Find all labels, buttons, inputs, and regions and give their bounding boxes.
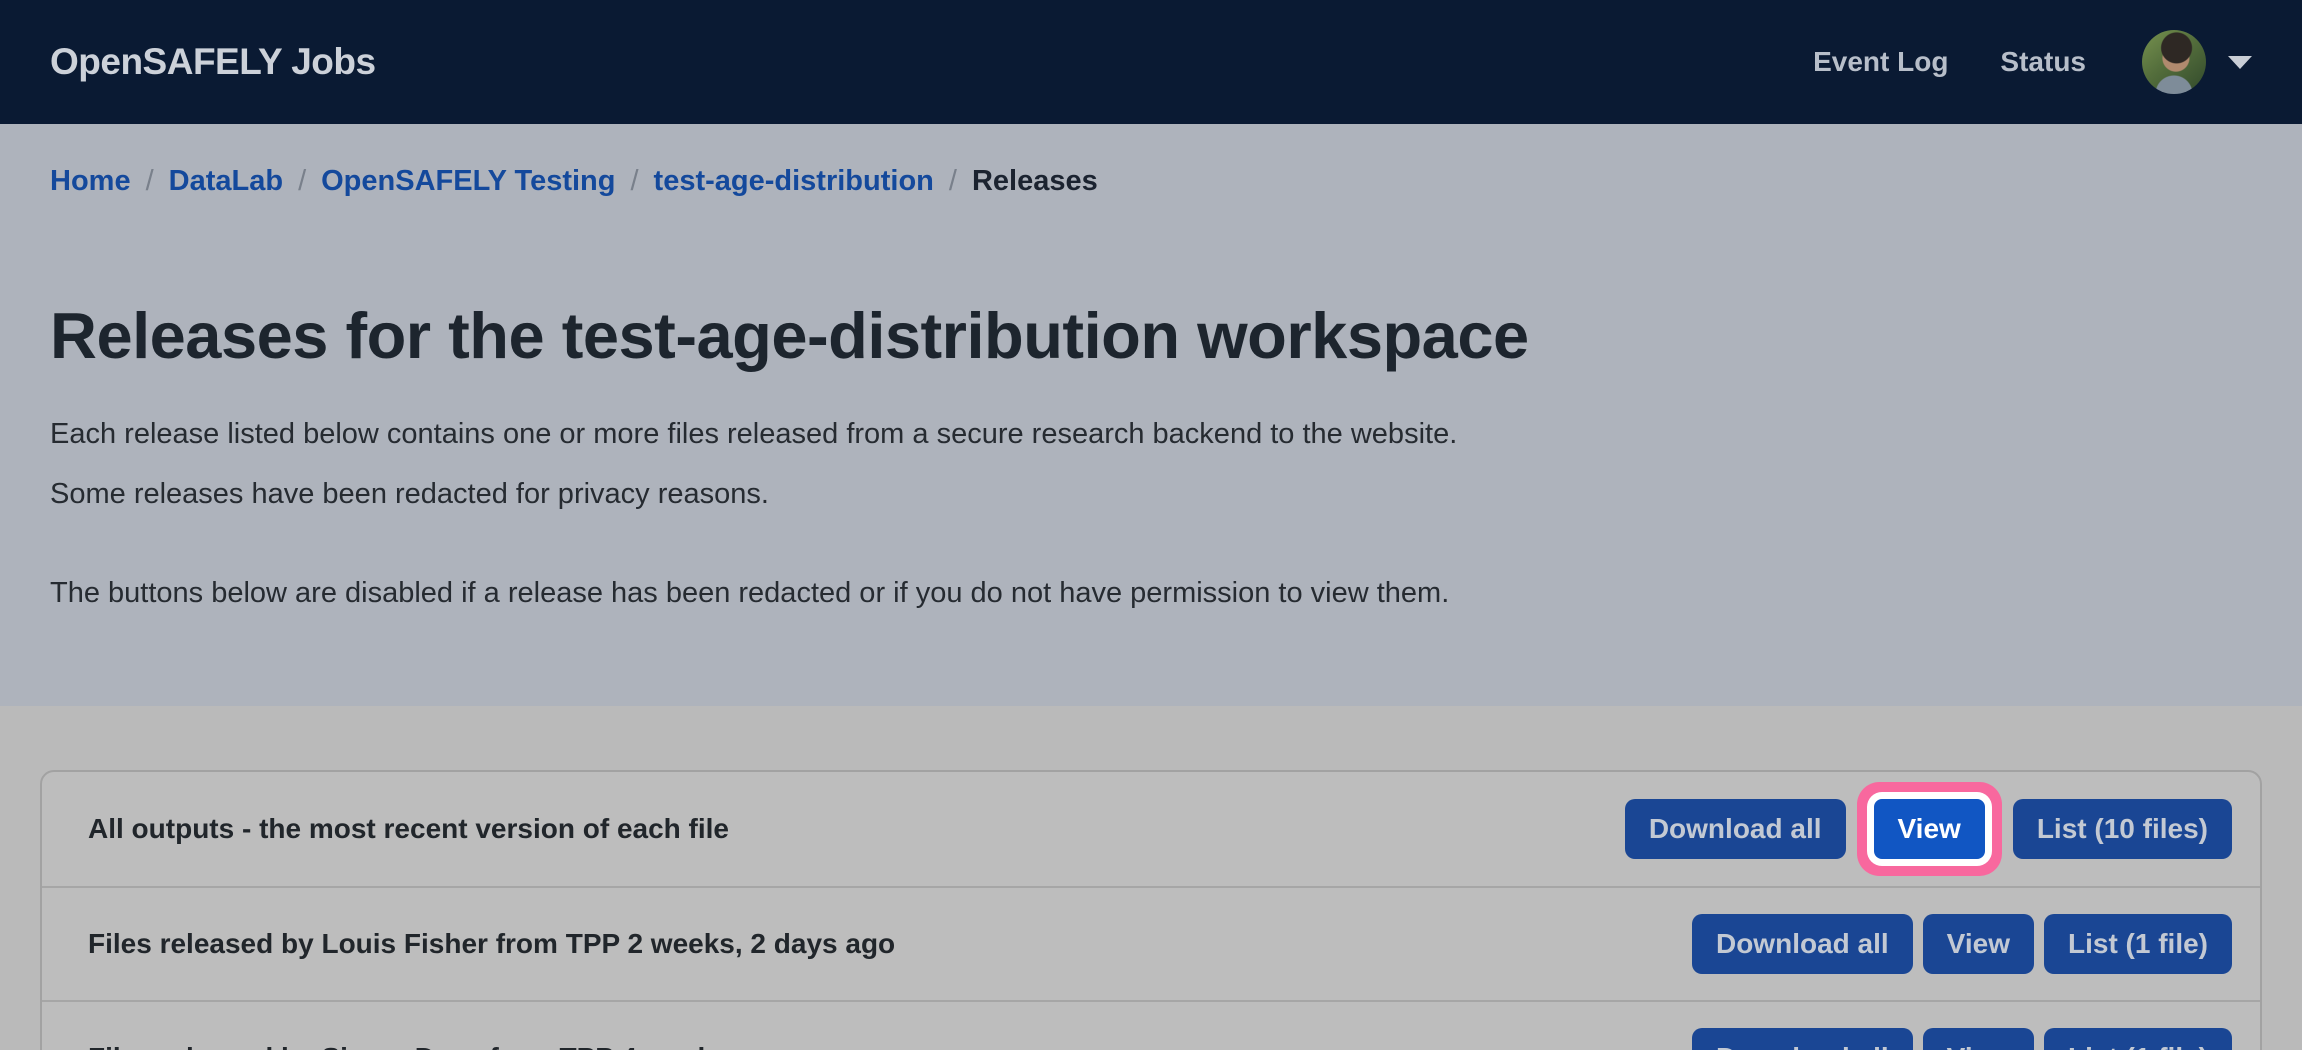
breadcrumb-opensafely-testing[interactable]: OpenSAFELY Testing xyxy=(321,160,615,202)
list-files-button[interactable]: List (1 file) xyxy=(2044,914,2232,974)
releases-section: All outputs - the most recent version of… xyxy=(0,706,2302,1050)
release-row-title: Files released by Simon Davy from TPP 4 … xyxy=(88,1042,786,1050)
permissions-paragraph: The buttons below are disabled if a rele… xyxy=(50,564,1530,624)
release-row-title: Files released by Louis Fisher from TPP … xyxy=(88,928,895,960)
breadcrumb: Home / DataLab / OpenSAFELY Testing / te… xyxy=(50,160,2252,202)
intro-paragraph: Each release listed below contains one o… xyxy=(50,405,1530,524)
release-row-louis-fisher: Files released by Louis Fisher from TPP … xyxy=(42,886,2260,1000)
release-row-title: All outputs - the most recent version of… xyxy=(88,813,729,845)
navbar: OpenSAFELY Jobs Event Log Status xyxy=(0,0,2302,124)
chevron-down-icon xyxy=(2228,56,2252,69)
breadcrumb-current: Releases xyxy=(972,160,1098,202)
download-all-button[interactable]: Download all xyxy=(1625,799,1846,859)
hero-section: Home / DataLab / OpenSAFELY Testing / te… xyxy=(0,124,2302,706)
download-all-button[interactable]: Download all xyxy=(1692,1028,1913,1050)
nav-status[interactable]: Status xyxy=(2000,46,2086,78)
user-menu[interactable] xyxy=(2142,30,2252,94)
app-title[interactable]: OpenSAFELY Jobs xyxy=(50,41,376,83)
avatar xyxy=(2142,30,2206,94)
breadcrumb-separator: / xyxy=(298,160,306,202)
nav-event-log[interactable]: Event Log xyxy=(1813,46,1948,78)
list-files-button[interactable]: List (1 file) xyxy=(2044,1028,2232,1050)
breadcrumb-separator: / xyxy=(630,160,638,202)
list-files-button[interactable]: List (10 files) xyxy=(2013,799,2232,859)
download-all-button[interactable]: Download all xyxy=(1692,914,1913,974)
breadcrumb-workspace[interactable]: test-age-distribution xyxy=(654,160,934,202)
breadcrumb-separator: / xyxy=(146,160,154,202)
release-row-actions: Download all View List (1 file) xyxy=(1692,914,2232,974)
breadcrumb-separator: / xyxy=(949,160,957,202)
release-row-simon-davy: Files released by Simon Davy from TPP 4 … xyxy=(42,1000,2260,1050)
breadcrumb-datalab[interactable]: DataLab xyxy=(169,160,283,202)
releases-card: All outputs - the most recent version of… xyxy=(40,770,2262,1050)
view-button[interactable]: View xyxy=(1874,799,1985,859)
navbar-right: Event Log Status xyxy=(1761,30,2252,94)
release-row-actions: Download all View List (10 files) xyxy=(1625,799,2232,859)
view-button[interactable]: View xyxy=(1923,1028,2034,1050)
breadcrumb-home[interactable]: Home xyxy=(50,160,131,202)
view-button[interactable]: View xyxy=(1923,914,2034,974)
release-row-actions: Download all View List (1 file) xyxy=(1692,1028,2232,1050)
release-row-all-outputs: All outputs - the most recent version of… xyxy=(42,772,2260,886)
page-title: Releases for the test-age-distribution w… xyxy=(50,298,2252,373)
